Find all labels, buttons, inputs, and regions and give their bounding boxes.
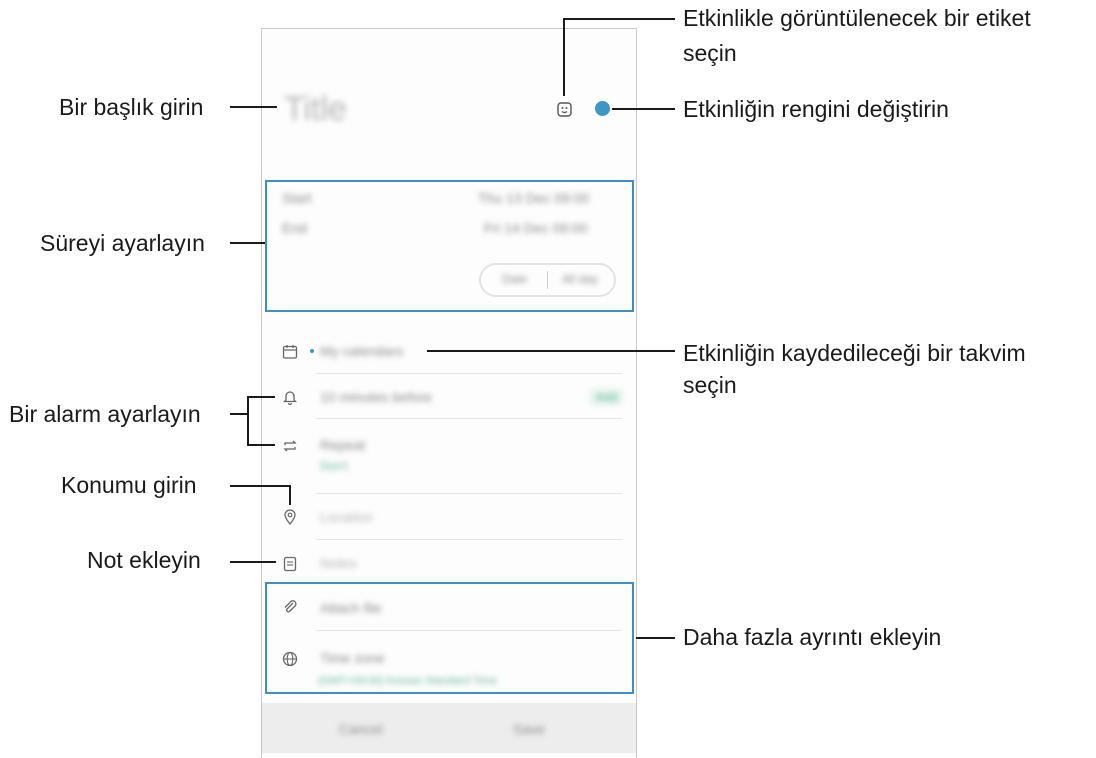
divider [316,373,622,374]
duration-highlight [265,180,634,312]
divider [316,493,622,494]
callout-color: Etkinliğin rengini değiştirin [683,96,949,122]
calendar-icon [281,343,299,361]
callout-details: Daha fazla ayrıntı ekleyin [683,624,942,650]
calendar-color-dot [310,349,314,353]
leader-line [247,396,275,398]
leader-line [247,444,275,446]
leader-line [563,18,675,20]
location-pin-icon [281,508,299,526]
notes-icon [281,555,299,573]
sticker-icon[interactable] [556,101,574,119]
leader-line [563,18,565,96]
leader-line [289,485,291,505]
leader-line [230,242,265,244]
callout-sticker-line2: seçin [683,40,737,66]
repeat-label[interactable]: Repeat [320,437,365,453]
divider [316,539,622,540]
location-input[interactable]: Location [320,509,373,525]
cancel-button[interactable]: Cancel [339,721,383,737]
leader-bracket [247,396,249,446]
bell-icon [281,388,299,406]
bottom-action-bar [262,703,636,753]
event-color-dot[interactable] [595,101,610,116]
notes-input[interactable]: Notes [320,555,357,571]
callout-calendar-line2: seçin [683,372,737,398]
repeat-value: Don't [320,459,348,473]
callout-sticker: Etkinlikle görüntülenecek bir etiket [683,5,1031,31]
callout-alarm: Bir alarm ayarlayın [9,401,201,427]
callout-title: Bir başlık girin [59,94,204,120]
add-alarm-button[interactable]: Add [590,389,624,405]
divider [316,418,622,419]
leader-line [230,106,277,108]
calendar-select[interactable]: My calendars [320,343,403,359]
repeat-icon [281,437,299,455]
details-highlight [265,582,634,694]
callout-location: Konumu girin [61,472,197,498]
callout-notes: Not ekleyin [87,547,201,573]
callout-calendar: Etkinliğin kaydedileceği bir takvim [683,340,1026,366]
callout-duration: Süreyi ayarlayın [40,230,205,256]
alarm-select[interactable]: 10 minutes before [320,389,432,405]
leader-line [230,485,291,487]
leader-line [636,637,675,639]
title-input[interactable]: Title [284,90,347,129]
leader-line [612,108,675,110]
leader-line [427,350,675,352]
leader-line [230,561,276,563]
leader-line [230,413,248,415]
save-button[interactable]: Save [513,721,545,737]
